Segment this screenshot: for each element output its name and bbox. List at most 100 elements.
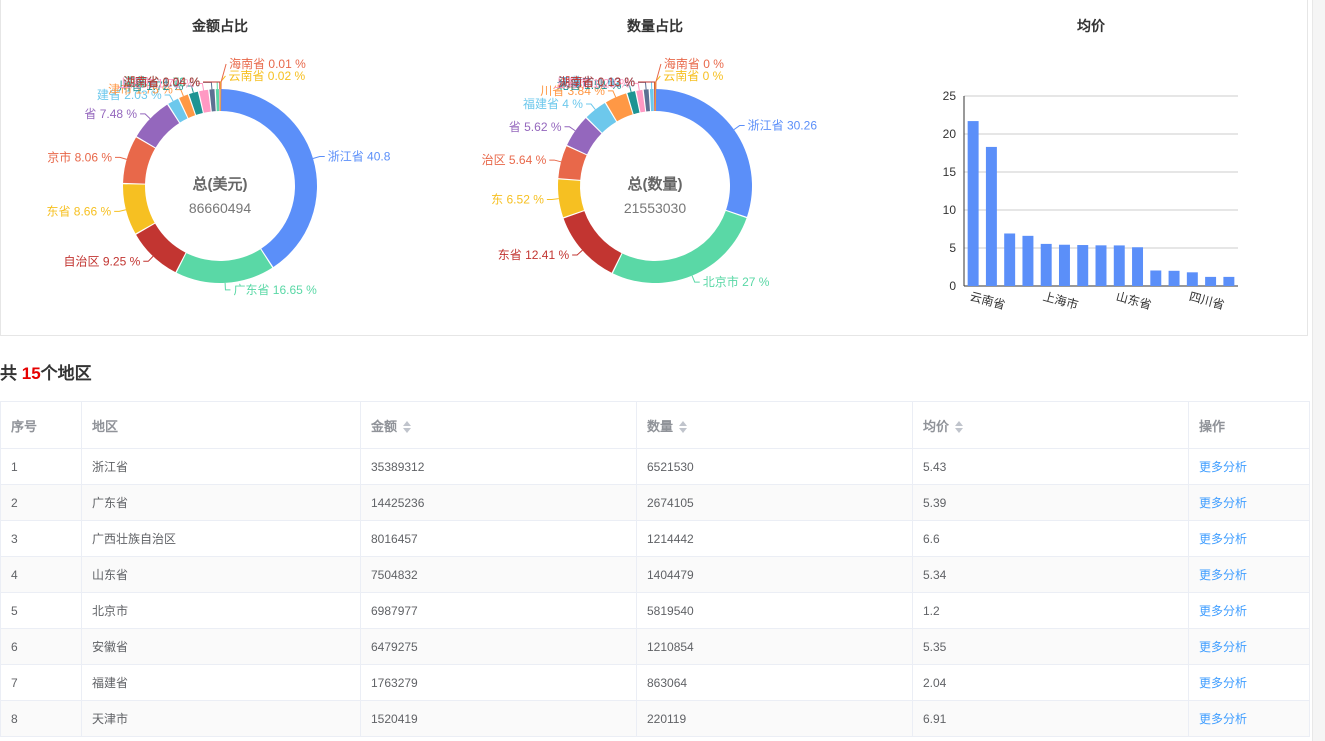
bar[interactable] [1058, 244, 1070, 286]
cell-region: 天津市 [81, 700, 361, 737]
cell-action[interactable]: 更多分析 [1188, 556, 1310, 593]
col-header-index: 序号 [0, 401, 82, 449]
sort-icon[interactable] [679, 421, 688, 434]
pie-slice[interactable] [654, 89, 655, 112]
table-row: 2 广东省 14425236 2674105 5.39 更多分析 [0, 484, 1310, 521]
pie-label-line [203, 81, 218, 90]
col-header-avg[interactable]: 均价 [912, 401, 1189, 449]
cell-region-text: 天津市 [92, 712, 129, 726]
cell-avg-text: 2.04 [923, 675, 947, 690]
bar[interactable] [1113, 245, 1125, 286]
cell-quantity: 6521530 [636, 448, 913, 485]
cell-action[interactable]: 更多分析 [1188, 700, 1310, 737]
bar[interactable] [1004, 233, 1016, 286]
more-analysis-link[interactable]: 更多分析 [1199, 640, 1247, 654]
more-analysis-link[interactable]: 更多分析 [1199, 532, 1247, 546]
pie-slice[interactable] [612, 210, 747, 283]
cell-avg-text: 5.39 [923, 495, 947, 510]
table-row: 4 山东省 7504832 1404479 5.34 更多分析 [0, 556, 1310, 593]
table-row: 1 浙江省 35389312 6521530 5.43 更多分析 [0, 448, 1310, 485]
y-tick-label: 5 [949, 241, 956, 255]
cell-index-text: 8 [11, 711, 18, 726]
bar[interactable] [985, 146, 997, 286]
cell-action[interactable]: 更多分析 [1188, 592, 1310, 629]
cell-region: 北京市 [81, 592, 361, 629]
cell-region-text: 山东省 [92, 568, 129, 582]
cell-action[interactable]: 更多分析 [1188, 448, 1310, 485]
cell-avg-text: 5.43 [923, 459, 947, 474]
bar[interactable] [1040, 243, 1052, 286]
bar[interactable] [1150, 270, 1162, 286]
col-header-quantity[interactable]: 数量 [636, 401, 913, 449]
pie-label-line [572, 249, 583, 256]
quantity-center-value: 21553030 [624, 200, 687, 216]
cell-avg: 5.43 [912, 448, 1189, 485]
cell-region: 福建省 [81, 664, 361, 701]
pie-label: 浙江省 30.26 [748, 119, 818, 133]
cell-action[interactable]: 更多分析 [1188, 484, 1310, 521]
col-header-amount[interactable]: 金额 [360, 401, 637, 449]
pie-slice[interactable] [219, 89, 221, 112]
table-row: 7 福建省 1763279 863064 2.04 更多分析 [0, 664, 1310, 701]
x-tick-label: 四川省 [1188, 289, 1226, 312]
x-tick-label: 山东省 [1114, 289, 1152, 312]
cell-quantity-text: 1210854 [647, 639, 694, 654]
col-header-region: 地区 [81, 401, 361, 449]
cell-action[interactable]: 更多分析 [1188, 628, 1310, 665]
bar[interactable] [1223, 276, 1235, 286]
pie-label: 京市 8.06 % [47, 149, 112, 164]
cell-quantity-text: 2674105 [647, 495, 694, 510]
cell-avg: 1.2 [912, 592, 1189, 629]
bar[interactable] [1022, 235, 1034, 286]
cell-quantity-text: 6521530 [647, 459, 694, 474]
cell-action[interactable]: 更多分析 [1188, 520, 1310, 557]
bar[interactable] [967, 121, 979, 286]
cell-avg-text: 6.91 [923, 711, 947, 726]
cell-amount: 1520419 [360, 700, 637, 737]
cell-quantity-text: 1214442 [647, 531, 694, 546]
sort-icon[interactable] [955, 421, 964, 434]
more-analysis-link[interactable]: 更多分析 [1199, 496, 1247, 510]
col-header-action: 操作 [1188, 401, 1310, 449]
region-count: 共 15个地区 [0, 359, 92, 384]
pie-slice[interactable] [136, 104, 180, 148]
more-analysis-link[interactable]: 更多分析 [1199, 460, 1247, 474]
amount-pie-chart: 浙江省 40.8 广东省 16.65 % 自治区 9.25 % 东省 8.66 % 京市… [46, 56, 391, 297]
cell-quantity-text: 220119 [647, 711, 687, 726]
cell-amount-text: 8016457 [371, 531, 418, 546]
cell-amount-text: 14425236 [371, 495, 425, 510]
more-analysis-link[interactable]: 更多分析 [1199, 604, 1247, 618]
pie-slice[interactable] [558, 179, 584, 218]
bar[interactable] [1077, 245, 1089, 286]
page-scrollbar[interactable] [1312, 0, 1325, 741]
pie-label-line [564, 126, 576, 132]
more-analysis-link[interactable]: 更多分析 [1199, 568, 1247, 582]
bar[interactable] [1186, 272, 1198, 286]
cell-action[interactable]: 更多分析 [1188, 664, 1310, 701]
pie-slice[interactable] [209, 89, 216, 112]
pie-slice[interactable] [122, 184, 155, 234]
pie-label-line [546, 198, 559, 200]
pie-slice[interactable] [563, 211, 622, 273]
bar[interactable] [1095, 245, 1107, 286]
pie-slice[interactable] [136, 223, 186, 273]
cell-quantity-text: 1404479 [647, 567, 694, 582]
bar[interactable] [1132, 247, 1144, 286]
pie-label: 海南省 0 % [664, 56, 724, 71]
pie-slice[interactable] [655, 89, 752, 217]
cell-index-text: 4 [11, 567, 18, 582]
more-analysis-link[interactable]: 更多分析 [1199, 712, 1247, 726]
pie-slice[interactable] [649, 89, 654, 112]
bar[interactable] [1205, 276, 1217, 286]
sort-icon[interactable] [403, 421, 412, 434]
cell-quantity: 2674105 [636, 484, 913, 521]
cell-avg: 5.35 [912, 628, 1189, 665]
more-analysis-link[interactable]: 更多分析 [1199, 676, 1247, 690]
pie-slice[interactable] [215, 89, 220, 112]
cell-avg: 5.34 [912, 556, 1189, 593]
pie-label: 浙江省 40.8 [328, 149, 391, 163]
pie-slice[interactable] [176, 249, 273, 283]
x-tick-label: 上海市 [1041, 288, 1080, 312]
pie-label-line [203, 81, 213, 90]
bar[interactable] [1168, 270, 1180, 286]
